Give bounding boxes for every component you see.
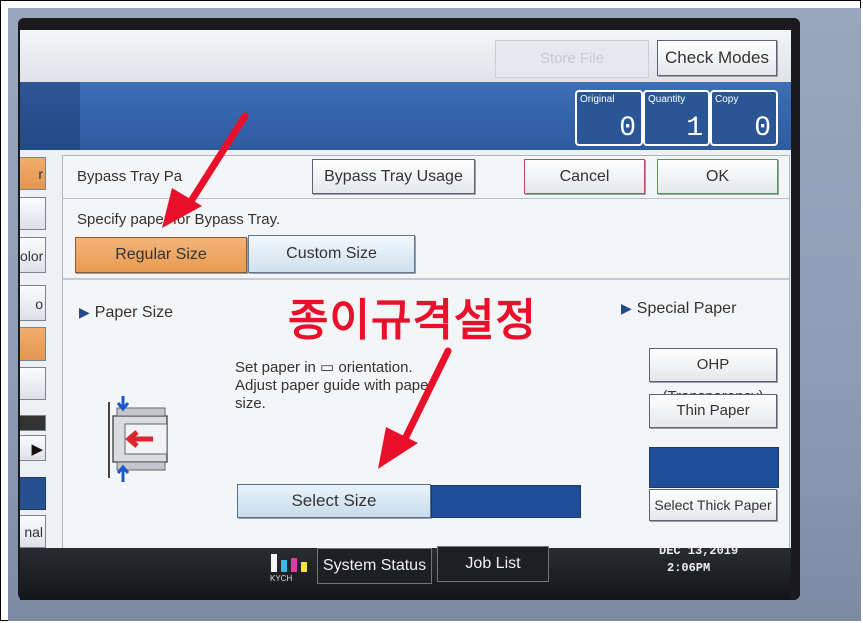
date-time: DEC 13,2019 2:06PM xyxy=(659,543,738,577)
annotation-text: 종이규격설정 xyxy=(288,295,537,346)
thick-paper-display xyxy=(649,447,779,488)
check-modes-button[interactable]: Check Modes xyxy=(657,40,777,76)
left-tab-8[interactable] xyxy=(20,477,46,510)
triangle-icon: ▶ xyxy=(79,304,90,320)
red-arrow-icon xyxy=(378,347,452,469)
original-counter: Original 0 xyxy=(575,90,643,146)
kych-letters: KYCH xyxy=(270,574,292,582)
paper-size-label: Paper Size xyxy=(94,304,174,321)
date-text: DEC 13,2019 xyxy=(659,544,739,558)
kych-toner-icon: KYCH xyxy=(270,554,307,582)
bypass-tray-icon xyxy=(108,396,168,482)
left-tab-3[interactable]: olor xyxy=(20,237,46,273)
triangle-icon: ▶ xyxy=(621,300,632,316)
left-tab-5[interactable] xyxy=(20,327,46,361)
left-tab-6[interactable] xyxy=(20,367,46,400)
original-value: 0 xyxy=(619,113,636,144)
section-divider xyxy=(63,278,789,280)
quantity-value: 1 xyxy=(686,113,703,144)
cancel-button[interactable]: Cancel xyxy=(524,159,645,194)
red-arrow-icon xyxy=(162,112,249,228)
special-paper-heading: ▶ Special Paper xyxy=(621,300,736,318)
system-status-button[interactable]: System Status xyxy=(317,548,432,584)
quantity-counter: Quantity 1 xyxy=(643,90,710,146)
left-tab-4[interactable]: o xyxy=(20,285,46,321)
custom-size-tab[interactable]: Custom Size xyxy=(248,235,415,273)
copy-value: 0 xyxy=(754,113,771,144)
status-bar-left xyxy=(20,82,80,150)
copy-label: Copy xyxy=(715,94,739,105)
select-size-button[interactable]: Select Size xyxy=(237,484,431,518)
select-thick-paper-button[interactable]: Select Thick Paper xyxy=(649,489,777,521)
left-tab-1[interactable]: r xyxy=(20,157,46,190)
left-tab-9[interactable]: nal xyxy=(20,515,46,548)
thin-paper-button[interactable]: Thin Paper xyxy=(649,394,777,428)
original-label: Original xyxy=(580,94,615,105)
bypass-tray-usage-button[interactable]: Bypass Tray Usage xyxy=(312,159,475,194)
left-tab-7 xyxy=(20,415,46,431)
regular-size-tab[interactable]: Regular Size xyxy=(75,237,247,273)
play-icon: ▶ xyxy=(31,441,43,458)
copy-counter: Copy 0 xyxy=(710,90,778,146)
ok-button[interactable]: OK xyxy=(657,159,778,194)
time-text: 2:06PM xyxy=(667,561,711,575)
left-play-button[interactable]: ▶ xyxy=(20,435,46,461)
job-list-button[interactable]: Job List xyxy=(437,546,549,582)
ohp-transparency-button[interactable]: OHP (Transparency) xyxy=(649,348,777,405)
selected-size-display xyxy=(431,485,581,518)
left-tab-2[interactable] xyxy=(20,197,46,230)
quantity-label: Quantity xyxy=(648,94,686,105)
paper-size-heading: ▶ Paper Size xyxy=(79,304,173,322)
store-file-button: Store File xyxy=(495,40,649,78)
special-paper-label: Special Paper xyxy=(636,300,737,317)
